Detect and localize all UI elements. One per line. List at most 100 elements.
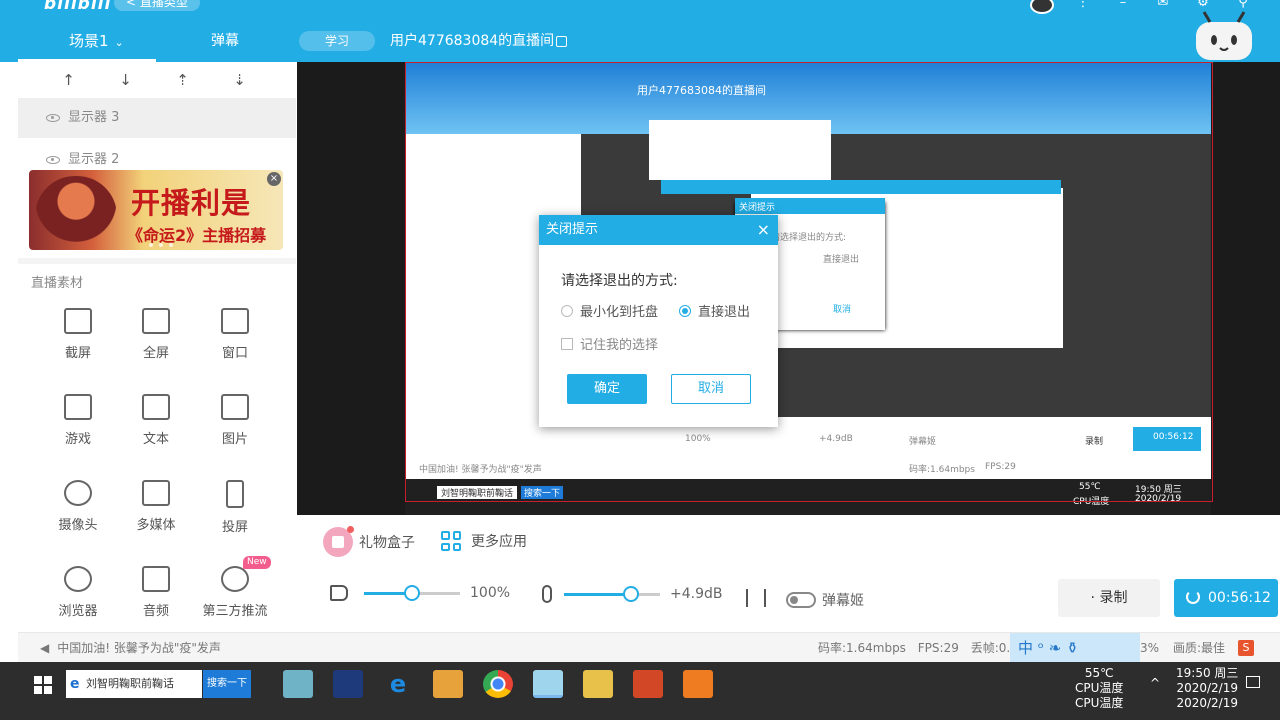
bilibili-logo: bilibili xyxy=(44,0,112,14)
material-browser[interactable]: 浏览器 xyxy=(38,566,118,636)
material-audio[interactable]: 音频 xyxy=(116,566,196,636)
speaker-icon: ◀ xyxy=(40,641,50,655)
box-app-icon[interactable] xyxy=(433,670,463,698)
material-label: 文本 xyxy=(142,432,169,447)
material-media[interactable]: 多媒体 xyxy=(116,480,196,550)
microphone-icon[interactable] xyxy=(542,585,552,603)
phone-icon xyxy=(226,480,244,508)
sogou-ime-icon[interactable]: S xyxy=(1238,640,1254,656)
danmu-girl-toggle[interactable]: 弹幕姬 xyxy=(786,590,864,610)
volume-control: 100% xyxy=(330,584,510,601)
radio-minimize-tray[interactable]: 最小化到托盘 xyxy=(561,301,658,320)
category-tag[interactable]: 学习 xyxy=(299,31,375,51)
chevron-up-icon[interactable]: ^ xyxy=(1150,676,1160,690)
chrome-icon[interactable] xyxy=(483,670,513,698)
material-game[interactable]: 游戏 xyxy=(38,394,118,464)
announcement[interactable]: ◀ 中国加油! 张馨予为战"疫"发声 xyxy=(40,633,221,663)
preview-date: 2020/2/19 xyxy=(1135,494,1182,504)
move-top-icon[interactable]: ⇡ xyxy=(154,62,211,98)
speaker-icon[interactable] xyxy=(330,585,348,601)
notification-icon[interactable] xyxy=(1246,676,1260,688)
preview-room-title: 用户477683084的直播间 xyxy=(637,84,766,97)
crop-icon xyxy=(64,308,92,334)
taskbar-app-icon[interactable] xyxy=(283,670,313,698)
material-cast[interactable]: 投屏 xyxy=(195,480,275,550)
tv-mascot-icon xyxy=(1196,11,1252,60)
material-label: 音频 xyxy=(142,604,169,619)
game-app-icon[interactable] xyxy=(683,670,713,698)
record-button[interactable]: · 录制 xyxy=(1058,579,1160,617)
gear-icon[interactable]: ⚙ xyxy=(1192,0,1214,10)
control-strip: 礼物盒子 更多应用 100% +4.9dB 弹幕姬 · 录制 00:56:12 xyxy=(297,515,1280,632)
banner-character-image xyxy=(35,176,117,248)
carousel-dots[interactable] xyxy=(149,243,173,247)
eye-icon[interactable] xyxy=(46,113,60,122)
mic-value: +4.9dB xyxy=(670,586,723,602)
mixer-icon[interactable] xyxy=(746,589,766,607)
volume-slider[interactable] xyxy=(364,584,460,601)
chevron-down-icon: ⌄ xyxy=(114,36,124,49)
remember-choice-checkbox[interactable]: 记住我的选择 xyxy=(561,334,658,353)
text-icon xyxy=(142,394,170,420)
promo-banner[interactable]: 开播利是 《命运2》主播招募 × xyxy=(29,170,283,250)
preview-cpu-label: CPU温度 xyxy=(1073,497,1110,507)
minimize-icon[interactable]: – xyxy=(1112,0,1134,10)
live-timer: 00:56:12 xyxy=(1208,590,1271,606)
radio-exit-directly[interactable]: 直接退出 xyxy=(679,301,750,320)
tab-danmu[interactable]: 弹幕 xyxy=(211,20,239,62)
material-window[interactable]: 窗口 xyxy=(195,308,275,378)
clock-date: 2020/2/19 xyxy=(1176,681,1238,695)
move-down-icon[interactable]: ↓ xyxy=(97,62,154,98)
checkbox-icon xyxy=(561,337,573,350)
mic-slider[interactable] xyxy=(564,585,660,602)
dev-cpp-icon[interactable] xyxy=(333,670,363,698)
share-icon[interactable]: ⚲ xyxy=(1232,0,1254,10)
preview-announcement: 中国加油! 张馨予为战"疫"发声 xyxy=(419,465,542,475)
close-icon[interactable]: × xyxy=(267,172,281,186)
record-label: 录制 xyxy=(1099,590,1128,606)
gift-box-button[interactable]: 礼物盒子 xyxy=(323,526,415,557)
avatar[interactable] xyxy=(1030,0,1054,14)
search-button[interactable]: 搜索一下 xyxy=(203,670,251,698)
mic-control: +4.9dB xyxy=(542,585,723,603)
source-item-display-3[interactable]: 显示器 3 xyxy=(18,98,296,138)
taskbar-search-input[interactable]: e 刘智明鞠职前鞠话 xyxy=(66,670,202,698)
mail-icon[interactable]: ✉ xyxy=(1152,0,1174,10)
move-bottom-icon[interactable]: ⇣ xyxy=(211,62,268,98)
gamepad-icon xyxy=(64,394,92,420)
material-camera[interactable]: 摄像头 xyxy=(38,480,118,550)
live-preview[interactable]: 用户477683084的直播间 关闭提示 请选择退出的方式: 直接退出 取消 1… xyxy=(297,62,1280,515)
material-fullscreen[interactable]: 全屏 xyxy=(116,308,196,378)
move-up-icon[interactable]: ↑ xyxy=(40,62,97,98)
close-icon[interactable]: × xyxy=(757,215,770,245)
tab-scene[interactable]: 场景1 ⌄ xyxy=(18,20,156,62)
bitrate: 码率:1.64mbps xyxy=(818,641,906,655)
powerpoint-icon[interactable] xyxy=(633,670,663,698)
material-image[interactable]: 图片 xyxy=(195,394,275,464)
stop-live-button[interactable]: 00:56:12 xyxy=(1174,579,1278,617)
material-crop[interactable]: 截屏 xyxy=(38,308,118,378)
bilibili-live-icon[interactable] xyxy=(533,670,563,698)
ime-toolbar[interactable]: 中 ᵒ ❧ ⚱ xyxy=(1010,633,1140,663)
material-label: 投屏 xyxy=(221,520,248,535)
more-icon[interactable]: ⋮ xyxy=(1072,0,1094,10)
edge-icon[interactable]: e xyxy=(383,670,413,698)
cancel-button[interactable]: 取消 xyxy=(671,374,751,404)
source-item-label: 显示器 2 xyxy=(68,152,120,167)
cpu-percent: 3% xyxy=(1140,641,1160,655)
confirm-button[interactable]: 确定 xyxy=(567,374,647,404)
folder-icon[interactable] xyxy=(583,670,613,698)
top-header: bilibili < 直播类型 场景1 ⌄ 弹幕 学习 用户477683084的直… xyxy=(0,0,1280,62)
preview-bitrate: 码率:1.64mbps xyxy=(909,465,975,475)
windows-start-icon[interactable] xyxy=(34,676,52,694)
material-third-party-stream[interactable]: 第三方推流 New xyxy=(195,556,275,636)
edit-icon[interactable] xyxy=(556,36,567,47)
more-apps-button[interactable]: 更多应用 xyxy=(441,531,527,551)
system-clock[interactable]: 19:50 周三 2020/2/19 2020/2/19 xyxy=(1176,666,1238,711)
monitor-icon xyxy=(142,308,170,334)
live-type-button[interactable]: < 直播类型 xyxy=(114,0,200,11)
dialog-title: 关闭提示 xyxy=(546,222,599,237)
eye-icon[interactable] xyxy=(46,155,60,164)
material-text[interactable]: 文本 xyxy=(116,394,196,464)
divider xyxy=(18,258,296,264)
